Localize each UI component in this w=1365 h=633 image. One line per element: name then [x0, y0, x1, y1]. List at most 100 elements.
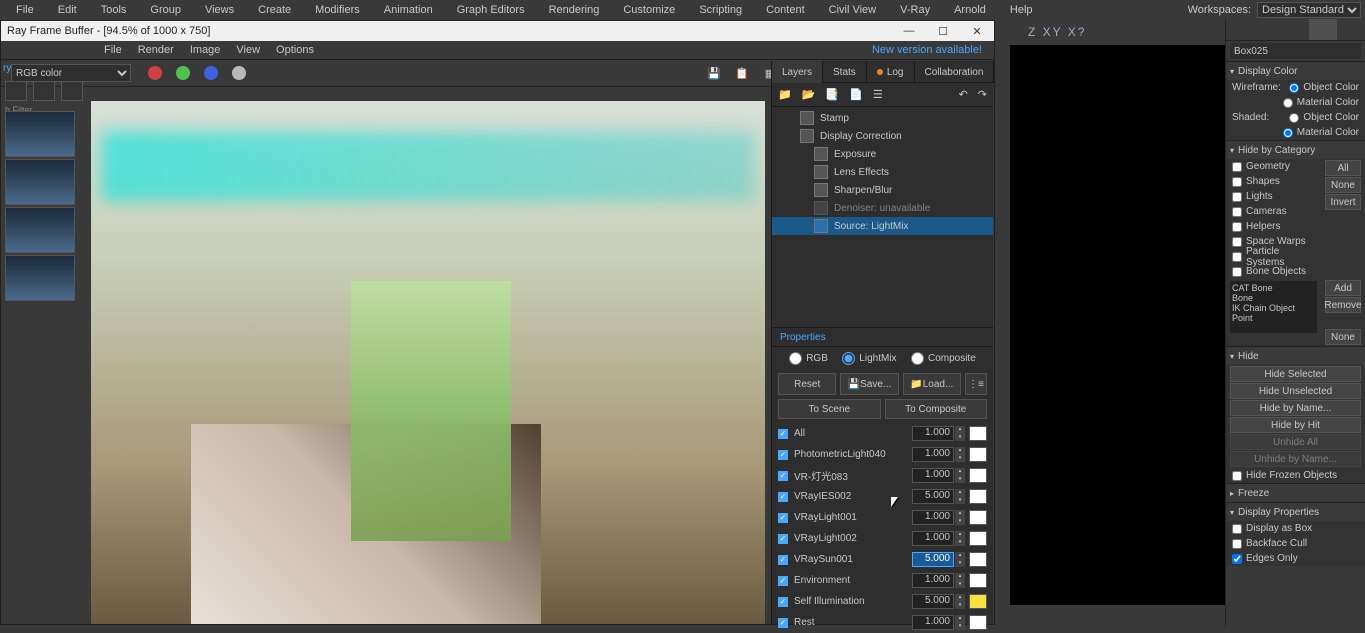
tree-item[interactable]: Lens Effects: [772, 163, 993, 181]
light-value-field[interactable]: 1.000: [912, 468, 954, 483]
menu-animation[interactable]: Animation: [372, 0, 445, 19]
blue-channel-button[interactable]: [199, 61, 223, 85]
hierarchy-tab-icon[interactable]: [1282, 19, 1310, 40]
close-button[interactable]: ✕: [960, 21, 994, 41]
light-checkbox[interactable]: ✓: [778, 597, 788, 607]
tree-item[interactable]: Display Correction: [772, 127, 993, 145]
bone-add-button[interactable]: Add: [1325, 280, 1361, 296]
object-name-field[interactable]: Box025: [1230, 43, 1361, 59]
alpha-channel-button[interactable]: [227, 61, 251, 85]
spinner[interactable]: ▴▾: [955, 447, 965, 462]
mode-lightmix[interactable]: LightMix: [842, 352, 896, 365]
save-icon[interactable]: 💾: [702, 61, 726, 85]
vfb-menu-options[interactable]: Options: [268, 44, 322, 56]
options-icon[interactable]: ⋮≡: [965, 373, 987, 395]
modify-tab-icon[interactable]: [1254, 19, 1282, 40]
redo-layer-icon[interactable]: ↷: [978, 88, 987, 101]
tab-log[interactable]: Log: [867, 61, 915, 83]
light-value-field[interactable]: 1.000: [912, 531, 954, 546]
light-name[interactable]: VRayLight002: [794, 533, 912, 544]
spinner[interactable]: ▴▾: [955, 573, 965, 588]
hide-cat-checkbox[interactable]: [1232, 252, 1242, 262]
maximize-button[interactable]: ☐: [926, 21, 960, 41]
light-color-swatch[interactable]: [969, 531, 987, 546]
layer-icon-2[interactable]: 📂: [802, 88, 816, 101]
hide-all-button[interactable]: All: [1325, 160, 1361, 176]
shaded-mat-radio[interactable]: [1283, 128, 1293, 138]
list-icon[interactable]: ☰: [873, 88, 883, 101]
light-name[interactable]: VRayLight001: [794, 512, 912, 523]
thumbnail-1[interactable]: [5, 111, 75, 157]
light-checkbox[interactable]: ✓: [778, 576, 788, 586]
vfb-titlebar[interactable]: Ray Frame Buffer - [94.5% of 1000 x 750]…: [1, 21, 994, 41]
light-checkbox[interactable]: ✓: [778, 534, 788, 544]
minimize-button[interactable]: —: [892, 21, 926, 41]
light-name[interactable]: VRaySun001: [794, 554, 912, 565]
vfb-menu-file[interactable]: File: [96, 44, 130, 56]
light-value-field[interactable]: 1.000: [912, 510, 954, 525]
display-color-header[interactable]: Display Color: [1226, 62, 1365, 80]
light-checkbox[interactable]: ✓: [778, 450, 788, 460]
hide-category-header[interactable]: Hide by Category: [1226, 141, 1365, 159]
layers-icon[interactable]: [33, 81, 55, 101]
mode-composite[interactable]: Composite: [911, 352, 976, 365]
menu-content[interactable]: Content: [754, 0, 817, 19]
layer-icon-4[interactable]: 📄: [849, 88, 863, 101]
menu-civil-view[interactable]: Civil View: [817, 0, 888, 19]
spinner[interactable]: ▴▾: [955, 426, 965, 441]
workspace-dropdown[interactable]: Design Standard: [1257, 2, 1361, 18]
hide-cat-checkbox[interactable]: [1232, 267, 1242, 277]
tab-layers[interactable]: Layers: [772, 61, 823, 83]
hide-cat-checkbox[interactable]: [1232, 207, 1242, 217]
light-color-swatch[interactable]: [969, 510, 987, 525]
light-value-field[interactable]: 5.000: [912, 552, 954, 567]
add-layer-icon[interactable]: 📁: [778, 88, 792, 101]
hide-by-name-button[interactable]: Hide by Name...: [1230, 400, 1361, 416]
light-checkbox[interactable]: ✓: [778, 618, 788, 628]
light-color-swatch[interactable]: [969, 468, 987, 483]
light-color-swatch[interactable]: [969, 615, 987, 630]
light-checkbox[interactable]: ✓: [778, 555, 788, 565]
red-channel-button[interactable]: [143, 61, 167, 85]
hide-cat-checkbox[interactable]: [1232, 162, 1242, 172]
spinner[interactable]: ▴▾: [955, 468, 965, 483]
undo-layer-icon[interactable]: ↶: [959, 88, 968, 101]
unhide-all-button[interactable]: Unhide All: [1230, 434, 1361, 450]
tree-item[interactable]: Sharpen/Blur: [772, 181, 993, 199]
edges-only-checkbox[interactable]: [1232, 554, 1242, 564]
light-name[interactable]: PhotometricLight040: [794, 449, 912, 460]
light-value-field[interactable]: 1.000: [912, 573, 954, 588]
utilities-tab-icon[interactable]: [1337, 19, 1365, 40]
vfb-menu-render[interactable]: Render: [130, 44, 182, 56]
compare-icon[interactable]: [61, 81, 83, 101]
tab-stats[interactable]: Stats: [823, 61, 867, 83]
menu-rendering[interactable]: Rendering: [537, 0, 612, 19]
light-value-field[interactable]: 5.000: [912, 489, 954, 504]
light-name[interactable]: Environment: [794, 575, 912, 586]
light-checkbox[interactable]: ✓: [778, 429, 788, 439]
menu-group[interactable]: Group: [138, 0, 193, 19]
tree-item[interactable]: Exposure: [772, 145, 993, 163]
display-properties-header[interactable]: Display Properties: [1226, 503, 1365, 521]
light-checkbox[interactable]: ✓: [778, 492, 788, 502]
hide-cat-checkbox[interactable]: [1232, 192, 1242, 202]
spinner[interactable]: ▴▾: [955, 510, 965, 525]
menu-create[interactable]: Create: [246, 0, 303, 19]
thumbnail-3[interactable]: [5, 207, 75, 253]
reset-button[interactable]: Reset: [778, 373, 836, 395]
tree-item[interactable]: Denoiser: unavailable: [772, 199, 993, 217]
spinner[interactable]: ▴▾: [955, 489, 965, 504]
hide-frozen-checkbox[interactable]: [1232, 471, 1242, 481]
bone-listbox[interactable]: CAT BoneBoneIK Chain ObjectPoint: [1230, 281, 1317, 333]
main-viewport[interactable]: [1010, 45, 1225, 605]
display-as-box-checkbox[interactable]: [1232, 524, 1242, 534]
axis-indicator[interactable]: Z XY X?: [1028, 25, 1086, 39]
save-button[interactable]: 💾Save...: [840, 373, 898, 395]
wireframe-obj-radio[interactable]: [1289, 83, 1299, 93]
light-color-swatch[interactable]: [969, 447, 987, 462]
hide-unselected-button[interactable]: Hide Unselected: [1230, 383, 1361, 399]
hide-cat-checkbox[interactable]: [1232, 222, 1242, 232]
bone-remove-button[interactable]: Remove: [1325, 297, 1361, 313]
to-scene-button[interactable]: To Scene: [778, 399, 881, 419]
menu-views[interactable]: Views: [193, 0, 246, 19]
